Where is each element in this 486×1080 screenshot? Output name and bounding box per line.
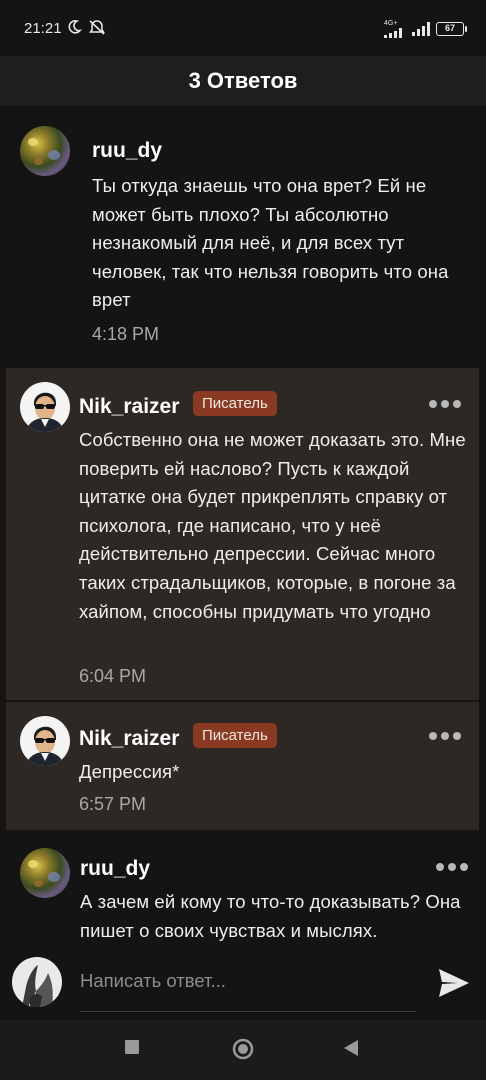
more-options-icon[interactable] <box>436 863 468 871</box>
comment-list[interactable]: ruu_dy Ты откуда знаешь что она врет? Ей… <box>0 106 486 950</box>
comment-text: Собственно она не может доказать это. Мн… <box>79 429 466 622</box>
writer-badge: Писатель <box>193 723 277 748</box>
comment-time: 6:57 PM <box>79 794 147 814</box>
more-options-icon[interactable] <box>429 732 461 740</box>
network-type: 4G+ <box>384 20 398 27</box>
avatar[interactable] <box>20 382 70 432</box>
avatar[interactable] <box>20 716 70 766</box>
comment-author[interactable]: ruu_dy <box>92 139 162 163</box>
signal-icon: 4G+ <box>384 20 406 38</box>
comment-text: Депрессия* <box>79 761 180 782</box>
comment-item-highlighted: Nik_raizer Писатель Депрессия* 6:57 PM <box>6 702 479 830</box>
person-sunglasses-icon <box>26 726 64 766</box>
status-bar: 21:21 4G+ 67 <box>0 0 486 56</box>
battery-icon: 67 <box>436 22 467 36</box>
signal-bars-icon <box>412 22 430 36</box>
comment-time: 6:04 PM <box>79 666 147 686</box>
comment-text: А зачем ей кому то что-то доказывать? Он… <box>80 891 461 941</box>
moon-icon <box>68 19 82 34</box>
comment-item-highlighted: Nik_raizer Писатель Собственно она не мо… <box>6 368 479 700</box>
reply-input[interactable]: Написать ответ... <box>80 970 226 992</box>
recent-apps-icon[interactable] <box>125 1040 139 1054</box>
status-time: 21:21 <box>24 20 62 37</box>
writer-badge: Писатель <box>193 391 277 416</box>
send-icon[interactable] <box>436 965 472 1001</box>
comment-item: ruu_dy Ты откуда знаешь что она врет? Ей… <box>0 106 486 356</box>
mute-icon <box>89 20 105 35</box>
replies-header: 3 Ответов <box>0 56 486 106</box>
comment-item: ruu_dy А зачем ей кому то что-то доказыв… <box>0 836 486 950</box>
comment-text: Ты откуда знаешь что она врет? Ей не мож… <box>92 175 449 311</box>
battery-level: 67 <box>444 23 455 33</box>
home-icon[interactable] <box>232 1038 254 1060</box>
avatar[interactable] <box>20 126 70 176</box>
avatar <box>12 957 62 1007</box>
reply-composer: Написать ответ... <box>0 950 486 1020</box>
more-options-icon[interactable] <box>429 400 461 408</box>
comment-author[interactable]: ruu_dy <box>80 857 150 881</box>
input-underline <box>80 1011 416 1012</box>
page-title: 3 Ответов <box>188 68 298 93</box>
person-sunglasses-icon <box>26 392 64 432</box>
comment-time: 4:18 PM <box>92 324 160 344</box>
comment-author[interactable]: Nik_raizer <box>79 395 179 419</box>
avatar[interactable] <box>20 848 70 898</box>
back-icon[interactable] <box>344 1040 358 1056</box>
comment-author[interactable]: Nik_raizer <box>79 727 179 751</box>
system-nav-bar <box>0 1020 486 1080</box>
user-avatar-icon <box>22 965 53 1007</box>
